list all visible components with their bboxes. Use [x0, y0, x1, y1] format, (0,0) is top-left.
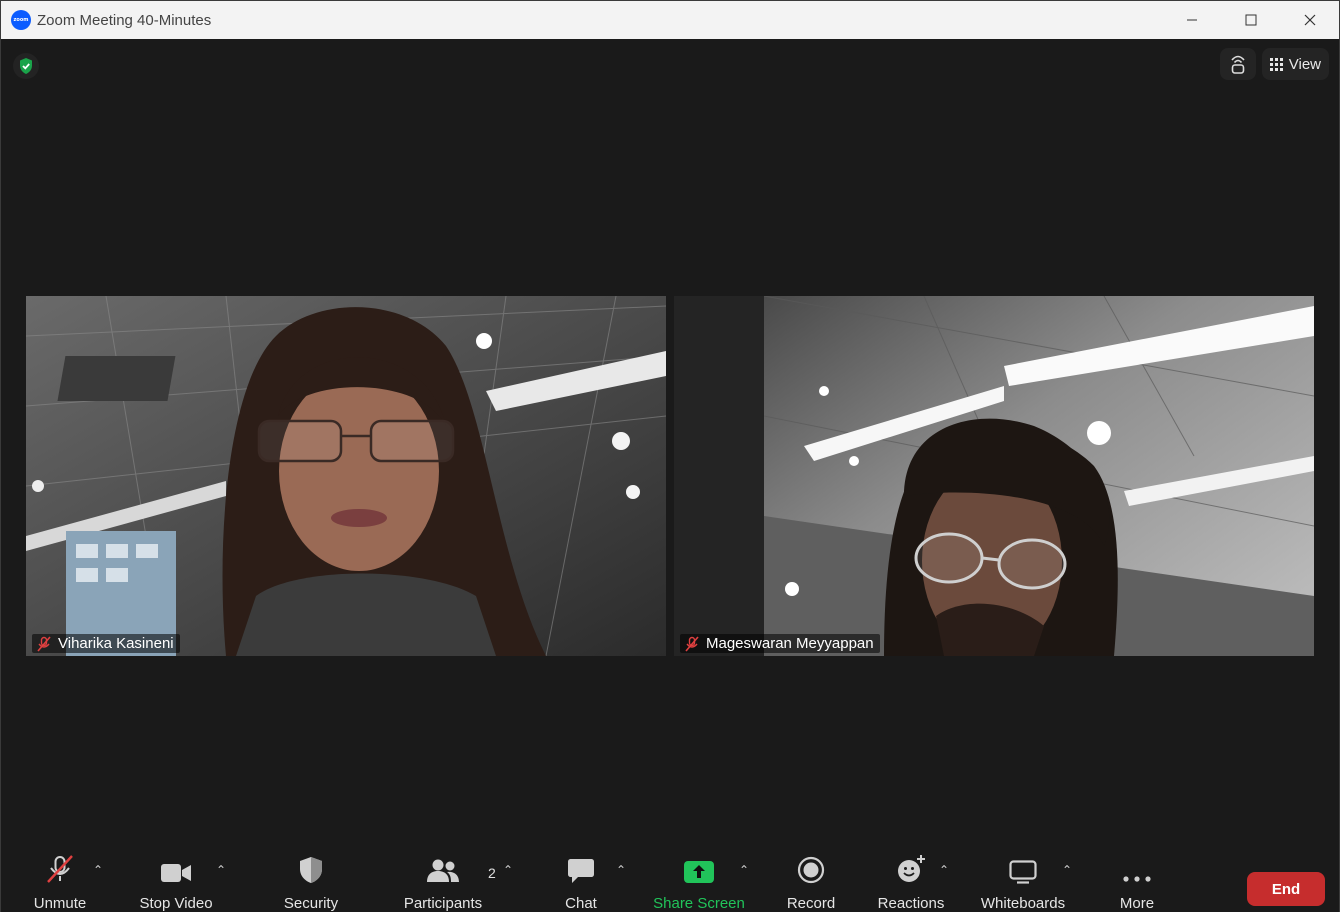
grid-icon — [1269, 57, 1283, 71]
whiteboards-options-caret[interactable]: ⌃ — [1062, 863, 1072, 877]
audio-options-caret[interactable]: ⌃ — [93, 863, 103, 877]
security-button[interactable]: Security — [279, 849, 343, 912]
more-dots-icon — [1123, 876, 1151, 882]
top-right-controls: View — [1219, 48, 1329, 80]
whiteboards-label: Whiteboards — [980, 895, 1066, 912]
video-tile-participant-2[interactable]: Mageswaran Meyyappan — [674, 296, 1314, 656]
meeting-toolbar: Unmute ⌃ Stop Video ⌃ Security 2 Partici… — [1, 849, 1339, 912]
participant-name-tag: Mageswaran Meyyappan — [680, 634, 880, 653]
reactions-smiley-icon — [898, 855, 925, 882]
share-screen-button[interactable]: Share Screen — [651, 849, 747, 912]
maximize-button[interactable] — [1221, 1, 1280, 39]
reactions-button[interactable]: Reactions — [874, 849, 948, 912]
view-button[interactable]: View — [1261, 48, 1329, 80]
zoom-window: zoom Zoom Meeting 40-Minutes View Vihari… — [0, 0, 1340, 912]
participants-options-caret[interactable]: ⌃ — [503, 863, 513, 877]
unmute-button[interactable]: Unmute — [27, 849, 93, 912]
security-shield-icon — [300, 857, 322, 883]
participant-name: Mageswaran Meyyappan — [706, 635, 874, 652]
video-tile-participant-1[interactable]: Viharika Kasineni — [26, 296, 666, 656]
participants-button[interactable]: 2 Participants — [401, 849, 496, 912]
participant-name-tag: Viharika Kasineni — [32, 634, 180, 653]
participants-label: Participants — [403, 895, 483, 912]
participant-name: Viharika Kasineni — [58, 635, 174, 652]
signal-icon — [1231, 55, 1245, 74]
record-icon — [797, 856, 825, 884]
stop-video-button[interactable]: Stop Video — [136, 849, 216, 912]
muted-mic-icon — [37, 635, 51, 652]
record-label: Record — [786, 895, 836, 912]
window-title: Zoom Meeting 40-Minutes — [37, 11, 212, 29]
chat-options-caret[interactable]: ⌃ — [616, 863, 626, 877]
meeting-stage: View Viharika Kasineni Mageswaran Meyyap… — [1, 39, 1339, 912]
more-button[interactable]: More — [1111, 849, 1163, 912]
participants-icon — [427, 859, 459, 882]
minimize-icon — [1186, 19, 1197, 21]
chat-button[interactable]: Chat — [557, 849, 605, 912]
window-controls — [1162, 1, 1339, 39]
participant-2-video — [674, 296, 1314, 656]
maximize-icon — [1245, 14, 1256, 26]
more-label: More — [1119, 895, 1155, 912]
chat-bubble-icon — [568, 859, 594, 883]
encryption-shield-icon[interactable] — [13, 53, 39, 84]
video-options-caret[interactable]: ⌃ — [216, 863, 226, 877]
close-icon — [1304, 14, 1315, 26]
title-bar: zoom Zoom Meeting 40-Minutes — [1, 1, 1339, 39]
reactions-label: Reactions — [877, 895, 945, 912]
share-screen-label: Share Screen — [653, 895, 745, 912]
unmute-label: Unmute — [33, 895, 87, 912]
record-button[interactable]: Record — [783, 849, 839, 912]
reactions-options-caret[interactable]: ⌃ — [939, 863, 949, 877]
close-button[interactable] — [1280, 1, 1339, 39]
immersive-view-button[interactable] — [1219, 48, 1256, 80]
chat-label: Chat — [565, 895, 597, 912]
video-camera-icon — [161, 864, 191, 882]
end-meeting-button[interactable]: End — [1247, 872, 1325, 906]
participant-1-video — [26, 296, 666, 656]
share-screen-icon — [684, 861, 714, 883]
stop-video-label: Stop Video — [139, 895, 213, 912]
muted-microphone-icon — [47, 855, 73, 883]
view-label: View — [1288, 55, 1321, 73]
muted-mic-icon — [685, 635, 699, 652]
share-options-caret[interactable]: ⌃ — [739, 863, 749, 877]
zoom-app-icon: zoom — [11, 10, 31, 30]
whiteboard-icon — [1009, 860, 1037, 884]
participants-count: 2 — [488, 865, 496, 881]
whiteboards-button[interactable]: Whiteboards — [976, 849, 1070, 912]
minimize-button[interactable] — [1162, 1, 1221, 39]
security-label: Security — [283, 895, 339, 912]
